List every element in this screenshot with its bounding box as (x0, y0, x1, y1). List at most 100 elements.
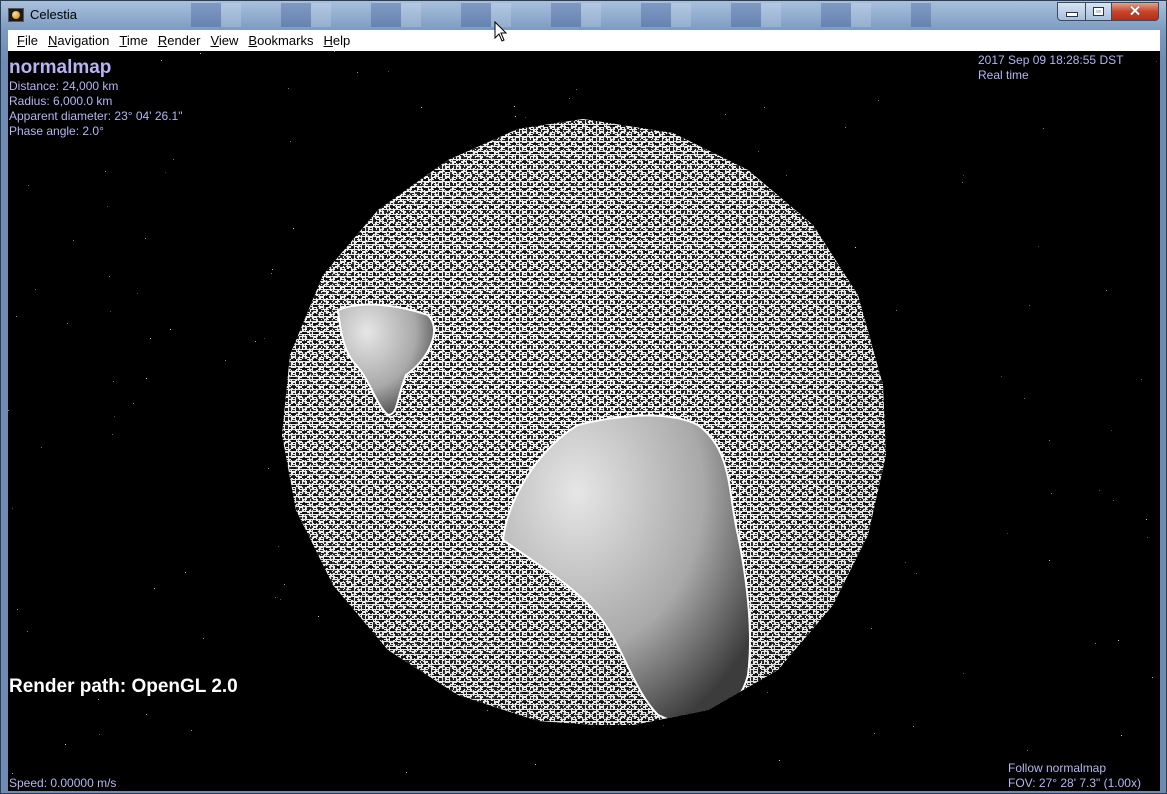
star (185, 572, 186, 573)
star (764, 107, 765, 108)
camera-panel: Follow normalmap FOV: 27° 28' 7.3" (1.00… (1008, 761, 1141, 791)
star (1029, 305, 1030, 306)
menu-time[interactable]: Time (118, 33, 148, 48)
star (161, 60, 162, 61)
maximize-button[interactable] (1085, 2, 1112, 21)
star (905, 562, 906, 563)
distance-readout: Distance: 24,000 km (9, 79, 119, 93)
star (35, 289, 36, 290)
star (73, 240, 74, 241)
close-button[interactable]: ✕ (1111, 2, 1159, 21)
star (203, 638, 204, 639)
star (200, 53, 201, 54)
star (514, 106, 515, 107)
object-info: Distance: 24,000 km Radius: 6,000.0 km A… (9, 79, 182, 139)
star (225, 360, 226, 361)
star (1121, 735, 1122, 736)
planet-sphere[interactable] (278, 115, 888, 725)
star (110, 311, 111, 312)
star (268, 468, 269, 469)
star (137, 293, 138, 294)
star (1001, 376, 1002, 377)
star (28, 185, 29, 186)
star (27, 631, 28, 632)
star (1051, 493, 1052, 494)
star (779, 760, 780, 761)
star (1024, 398, 1025, 399)
star (421, 107, 422, 108)
star (133, 403, 134, 404)
phase-angle-readout: Phase angle: 2.0° (9, 124, 104, 138)
mouse-cursor-icon (494, 21, 508, 42)
star (1152, 677, 1153, 678)
star (191, 730, 192, 731)
star (65, 744, 66, 745)
star (99, 734, 100, 735)
menu-render[interactable]: Render (157, 33, 202, 48)
menu-bar: File Navigation Time Render View Bookmar… (8, 30, 1160, 51)
maximize-icon (1093, 7, 1104, 16)
menu-file[interactable]: File (16, 33, 39, 48)
minimize-button[interactable] (1057, 2, 1086, 21)
speed-readout: Speed: 0.00000 m/s (9, 776, 117, 790)
star (264, 338, 265, 339)
star (1049, 440, 1050, 441)
star (272, 269, 273, 270)
star (1038, 246, 1039, 247)
star (334, 51, 335, 52)
render-viewport[interactable]: normalmap Distance: 24,000 km Radius: 6,… (8, 51, 1160, 791)
app-window: Celestia ✕ File Navigation Time Render V… (0, 0, 1167, 794)
time-panel: 2017 Sep 09 18:28:55 DST Real time (978, 53, 1123, 83)
datetime-readout: 2017 Sep 09 18:28:55 DST (978, 53, 1124, 67)
star (271, 273, 272, 274)
radius-readout: Radius: 6,000.0 km (9, 94, 113, 108)
menu-help[interactable]: Help (322, 33, 351, 48)
star (107, 206, 108, 207)
star (105, 171, 106, 172)
menu-view[interactable]: View (209, 33, 239, 48)
star (114, 416, 115, 417)
star (1146, 519, 1147, 520)
star (146, 378, 147, 379)
star (98, 699, 99, 700)
star (874, 733, 875, 734)
star (569, 98, 570, 99)
star (173, 159, 174, 160)
star (170, 329, 171, 330)
star (41, 447, 42, 448)
star (112, 434, 113, 435)
star (1156, 61, 1157, 62)
star (165, 172, 166, 173)
follow-status: Follow normalmap (1008, 761, 1107, 775)
star (913, 726, 914, 727)
render-path-label: Render path: OpenGL 2.0 (9, 676, 238, 697)
apparent-diameter-readout: Apparent diameter: 23° 04' 26.1" (9, 109, 183, 123)
celestia-app-icon[interactable] (8, 8, 24, 22)
star (145, 238, 146, 239)
star (1027, 750, 1028, 751)
star (1095, 643, 1096, 644)
star (1049, 560, 1050, 561)
star (1118, 640, 1119, 641)
star (963, 175, 964, 176)
star (1111, 430, 1112, 431)
star (357, 72, 358, 73)
minimize-icon (1065, 12, 1078, 17)
star (576, 89, 577, 90)
star (146, 714, 147, 715)
star (67, 323, 68, 324)
star (1043, 128, 1044, 129)
star (288, 88, 289, 89)
star (388, 71, 389, 72)
menu-navigation[interactable]: Navigation (47, 33, 110, 48)
star (1099, 490, 1100, 491)
star (150, 338, 151, 339)
star (962, 182, 963, 183)
menu-bookmarks[interactable]: Bookmarks (247, 33, 314, 48)
star (12, 773, 13, 774)
object-name: normalmap (9, 57, 112, 78)
star (8, 410, 9, 411)
star (916, 573, 917, 574)
title-bar[interactable]: Celestia ✕ (1, 1, 1166, 29)
star (255, 341, 256, 342)
